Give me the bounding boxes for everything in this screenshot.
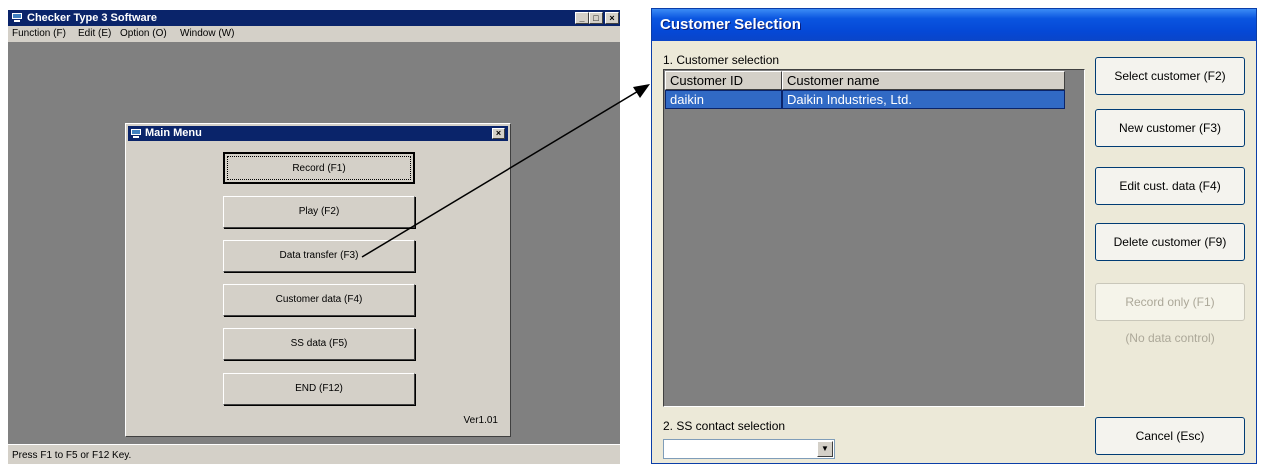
customer-selection-dialog: Customer Selection 1. Customer selection… bbox=[651, 8, 1257, 464]
end-button[interactable]: END (F12) bbox=[223, 373, 415, 405]
version-label: Ver1.01 bbox=[463, 415, 498, 426]
play-button[interactable]: Play (F2) bbox=[223, 196, 415, 228]
main-menu-title-bar: Main Menu × bbox=[128, 126, 508, 141]
chevron-down-icon[interactable]: ▼ bbox=[817, 441, 833, 457]
customer-data-button[interactable]: Customer data (F4) bbox=[223, 284, 415, 316]
app-icon bbox=[131, 129, 141, 138]
title-bar: Checker Type 3 Software _ □ × bbox=[8, 10, 620, 26]
app-icon bbox=[12, 13, 22, 22]
customer-selection-label: 1. Customer selection bbox=[663, 53, 780, 67]
record-button[interactable]: Record (F1) bbox=[223, 152, 415, 184]
new-customer-button[interactable]: New customer (F3) bbox=[1095, 109, 1245, 147]
window-title: Checker Type 3 Software bbox=[27, 12, 158, 24]
mdi-workspace: Main Menu × Record (F1) Play (F2) Data t… bbox=[8, 42, 620, 442]
data-transfer-button[interactable]: Data transfer (F3) bbox=[223, 240, 415, 272]
record-only-button[interactable]: Record only (F1) bbox=[1095, 283, 1245, 321]
dialog-title: Customer Selection bbox=[660, 16, 801, 33]
menu-window[interactable]: Window (W) bbox=[180, 26, 234, 42]
edit-customer-button[interactable]: Edit cust. data (F4) bbox=[1095, 167, 1245, 205]
dialog-title-bar: Customer Selection bbox=[652, 9, 1256, 41]
delete-customer-button[interactable]: Delete customer (F9) bbox=[1095, 223, 1245, 261]
main-menu-dialog: Main Menu × Record (F1) Play (F2) Data t… bbox=[125, 123, 511, 437]
close-button[interactable]: × bbox=[605, 12, 619, 24]
ss-contact-label: 2. SS contact selection bbox=[663, 419, 786, 433]
maximize-button[interactable]: □ bbox=[589, 12, 603, 24]
column-header-customer-name[interactable]: Customer name bbox=[782, 71, 1065, 90]
status-bar: Press F1 to F5 or F12 Key. bbox=[8, 444, 620, 464]
ss-data-button[interactable]: SS data (F5) bbox=[223, 328, 415, 360]
column-header-customer-id[interactable]: Customer ID bbox=[665, 71, 782, 90]
ss-contact-dropdown[interactable]: ▼ bbox=[663, 439, 835, 459]
menu-option[interactable]: Option (O) bbox=[120, 26, 167, 42]
menu-edit[interactable]: Edit (E) bbox=[78, 26, 111, 42]
cancel-button[interactable]: Cancel (Esc) bbox=[1095, 417, 1245, 455]
menu-function[interactable]: Function (F) bbox=[12, 26, 66, 42]
no-data-control-note: (No data control) bbox=[1125, 331, 1215, 345]
customer-grid[interactable]: Customer ID Customer name daikin Daikin … bbox=[663, 69, 1085, 407]
table-cell-customer-name[interactable]: Daikin Industries, Ltd. bbox=[782, 90, 1065, 109]
checker-software-window: Checker Type 3 Software _ □ × Function (… bbox=[8, 10, 620, 464]
main-menu-title: Main Menu bbox=[145, 127, 202, 139]
minimize-button[interactable]: _ bbox=[575, 12, 589, 24]
select-customer-button[interactable]: Select customer (F2) bbox=[1095, 57, 1245, 95]
menu-bar: Function (F) Edit (E) Option (O) Window … bbox=[8, 26, 620, 42]
close-button[interactable]: × bbox=[492, 128, 505, 139]
table-cell-customer-id[interactable]: daikin bbox=[665, 90, 782, 109]
